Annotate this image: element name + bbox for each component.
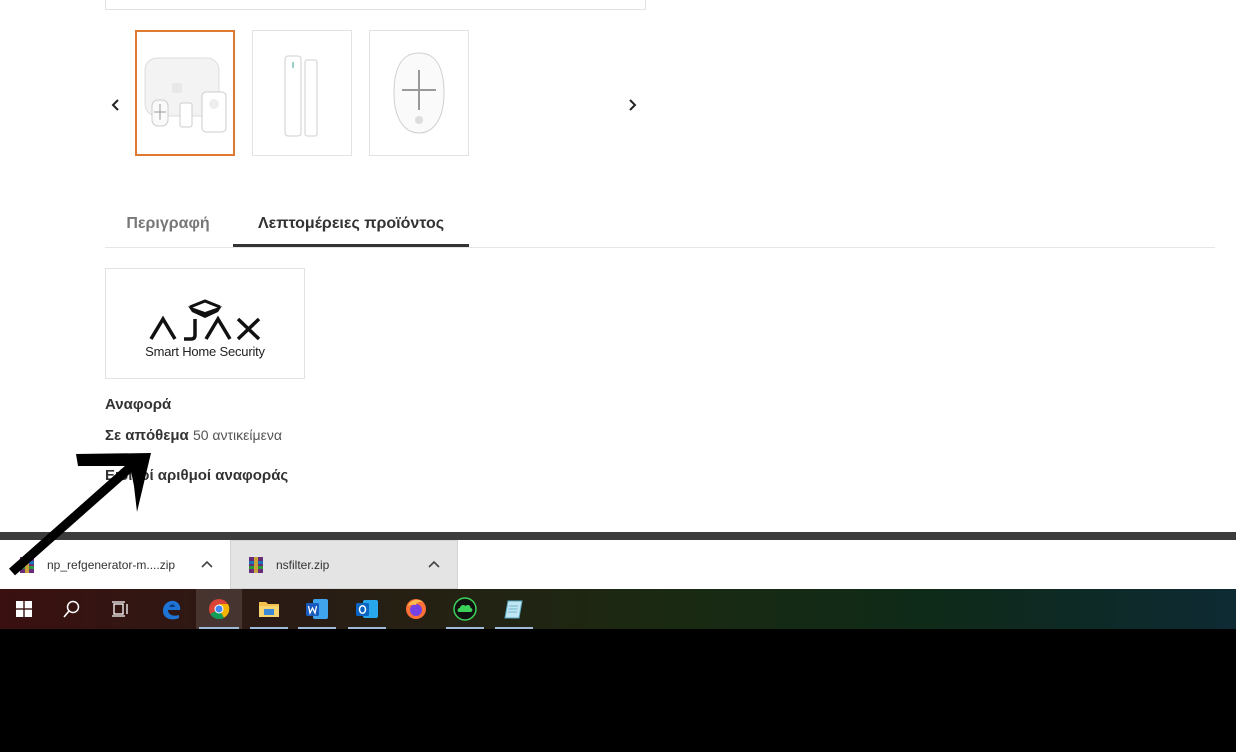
stock-line: Σε απόθεμα 50 αντικείμενα	[105, 427, 282, 444]
chevron-up-icon[interactable]	[427, 557, 441, 571]
brand-tagline: Smart Home Security	[145, 344, 265, 359]
stock-label: Σε απόθεμα	[105, 427, 189, 444]
search-icon	[63, 600, 80, 618]
edge-icon	[163, 600, 181, 620]
task-view-button[interactable]	[96, 589, 144, 629]
empty-screen-area	[0, 629, 1236, 752]
chevron-left-icon	[111, 99, 119, 111]
door-sensor-image	[284, 55, 318, 137]
main-image-frame	[105, 0, 646, 10]
chevron-up-icon[interactable]	[200, 557, 214, 571]
taskbar-cloud-app[interactable]	[443, 589, 487, 629]
brand-logo[interactable]: Smart Home Security	[105, 268, 305, 379]
thumbnail-door-sensor[interactable]	[252, 30, 352, 156]
thumbnail-next-button[interactable]	[620, 92, 644, 118]
taskbar-notepad[interactable]	[492, 589, 536, 629]
download-item-nsfilter[interactable]: nsfilter.zip	[230, 540, 458, 589]
taskbar-word[interactable]	[295, 589, 339, 629]
task-view-icon	[112, 601, 128, 617]
cloud-app-icon	[453, 597, 477, 621]
thumbnail-key-fob[interactable]	[369, 30, 469, 156]
product-tabs: Περιγραφή Λεπτομέρειες προϊόντος	[105, 200, 1215, 248]
taskbar-chrome[interactable]	[196, 589, 242, 629]
tab-description[interactable]: Περιγραφή	[105, 200, 231, 246]
chevron-right-icon	[629, 99, 637, 111]
taskbar-outlook[interactable]	[345, 589, 389, 629]
download-item-refgenerator[interactable]: np_refgenerator-m....zip	[20, 540, 200, 589]
download-bar-separator	[0, 532, 1236, 540]
word-icon	[306, 599, 328, 619]
windows-start-icon	[16, 601, 32, 617]
download-filename: np_refgenerator-m....zip	[47, 557, 176, 572]
taskbar-search-button[interactable]	[48, 589, 96, 629]
download-filename: nsfilter.zip	[276, 557, 330, 572]
thumbnail-alarm-kit[interactable]	[135, 30, 235, 156]
chrome-icon	[209, 599, 230, 620]
notepad-icon	[504, 600, 523, 619]
reference-label: Αναφορά	[105, 396, 172, 413]
firefox-icon	[406, 599, 426, 619]
specific-references-label: Ειδικοί αριθμοί αναφοράς	[105, 467, 289, 484]
ajax-logo-mark	[149, 299, 261, 341]
download-shelf: np_refgenerator-m....zip nsfilter.zip	[0, 540, 1236, 589]
zip-file-icon	[249, 556, 263, 573]
stock-value: 50 αντικείμενα	[192, 427, 282, 443]
tab-product-details[interactable]: Λεπτομέρειες προϊόντος	[233, 200, 469, 247]
taskbar-edge[interactable]	[148, 589, 194, 629]
taskbar-firefox[interactable]	[394, 589, 438, 629]
windows-taskbar	[0, 589, 1236, 629]
start-button[interactable]	[0, 589, 48, 629]
taskbar-file-explorer[interactable]	[247, 589, 291, 629]
thumbnail-prev-button[interactable]	[104, 92, 128, 118]
file-explorer-icon	[259, 602, 279, 617]
zip-file-icon	[20, 556, 34, 573]
alarm-kit-image	[144, 57, 227, 133]
outlook-icon	[356, 600, 378, 618]
key-fob-image	[393, 52, 445, 134]
product-page: Περιγραφή Λεπτομέρειες προϊόντος Smart H…	[0, 0, 1236, 532]
